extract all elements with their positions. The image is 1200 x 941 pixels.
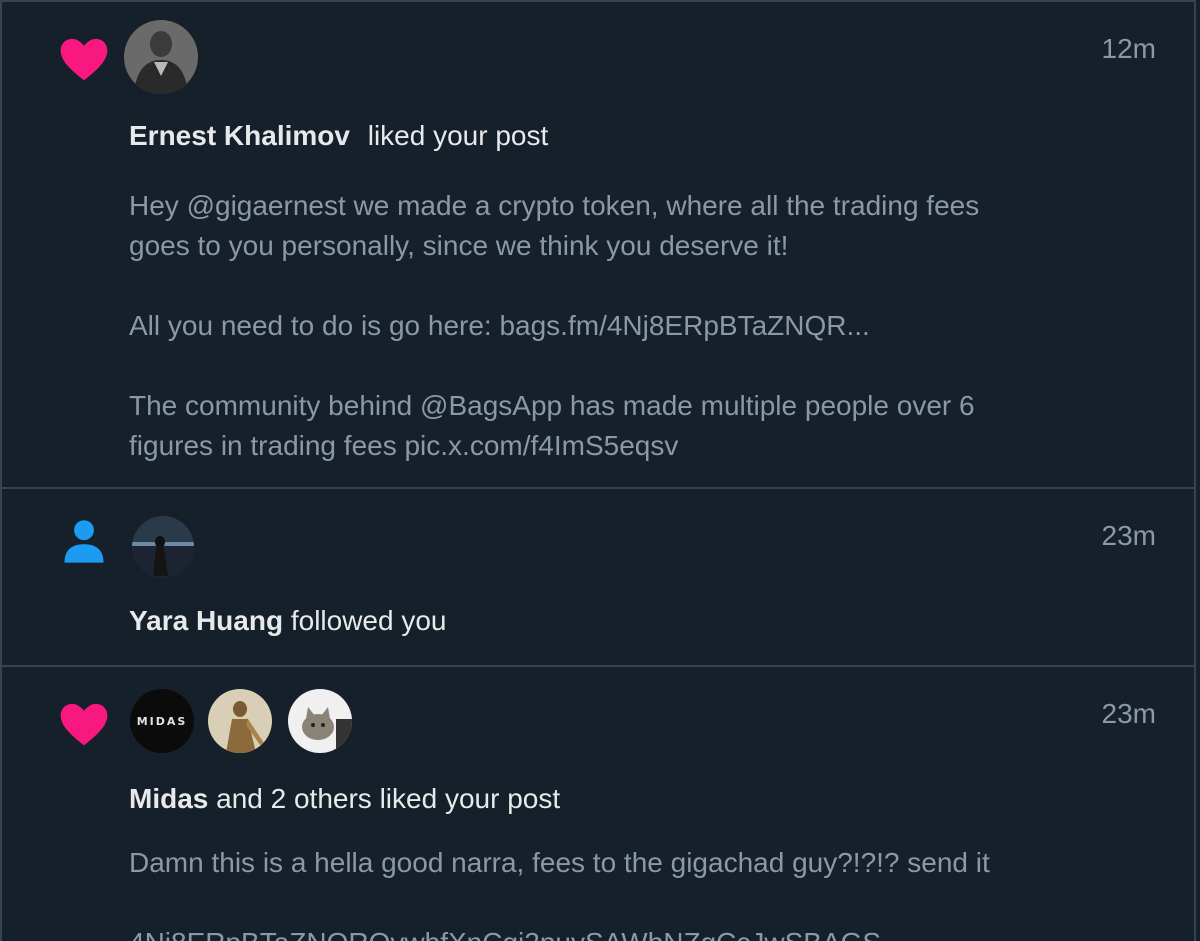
post-line: All you need to do is go here: bags.fm/4… [129,310,870,341]
actor-name[interactable]: Midas [129,783,208,814]
notification-action: followed you [290,605,447,636]
person-icon [64,520,104,563]
post-line: 4Nj8ERpBTaZNQRQvwbfXnCgj2puySAWbNZgCcJwS… [129,923,1089,941]
liked-post-text[interactable]: Hey @gigaernest we made a crypto token, … [129,186,1089,466]
notification-time: 23m [1101,698,1156,729]
avatar-yara-huang[interactable] [132,516,194,578]
midas-logo: MIDAS [130,689,194,753]
notification-action: liked your post [367,120,549,151]
post-line [129,346,1089,386]
actor-name[interactable]: Ernest Khalimov [129,120,350,151]
avatar-liker-3[interactable] [288,689,352,753]
post-line: goes to you personally, since we think y… [129,230,789,261]
avatar-midas[interactable]: MIDAS [130,689,194,753]
heart-icon [60,703,108,746]
notification-action: and 2 others liked your post [216,783,561,814]
post-line: Hey @gigaernest we made a crypto token, … [129,190,980,221]
notification-time: 12m [1101,33,1156,64]
post-line: Damn this is a hella good narra, fees to… [129,847,990,878]
post-line: figures in trading fees pic.x.com/f4ImS5… [129,430,679,461]
liked-post-text[interactable]: Damn this is a hella good narra, fees to… [129,843,1089,941]
notification-headline: Ernest Khalimov liked your post [129,120,548,152]
notification-headline: Yara Huang followed you [129,605,447,637]
frame-right-border [1194,0,1196,941]
avatar-ernest-khalimov[interactable] [124,20,198,94]
post-line: The community behind @BagsApp has made m… [129,390,975,421]
notification-item-like-midas[interactable]: MIDAS 23m Midas and 2 others liked your … [2,667,1194,941]
post-line [129,266,1089,306]
notification-item-follow-yara[interactable]: 23m Yara Huang followed you [2,489,1194,665]
post-line [129,883,1089,923]
notification-headline: Midas and 2 others liked your post [129,783,560,815]
avatar-liker-2[interactable] [208,689,272,753]
notification-time: 23m [1101,520,1156,551]
notification-item-like-ernest[interactable]: 12m Ernest Khalimov liked your post Hey … [2,2,1194,488]
actor-name[interactable]: Yara Huang [129,605,283,636]
heart-icon [60,38,108,81]
